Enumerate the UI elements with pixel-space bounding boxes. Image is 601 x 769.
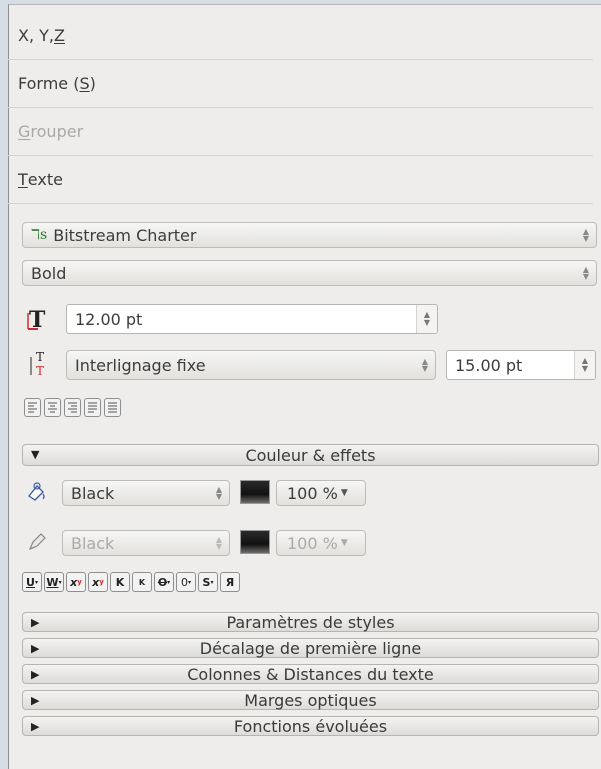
fill-shade-value: 100 % [287,483,338,503]
marges-optiques-label: Marges optiques [244,690,377,710]
font-family-combo[interactable]: ℸs Bitstream Charter ▲ ▼ [22,222,597,248]
fill-color-combo[interactable]: Black ▲ ▼ [62,480,230,506]
section-texte-mnemonic: T [18,170,28,189]
colonnes-distances-header[interactable]: ▶ Colonnes & Distances du texte [22,664,599,684]
all-caps-button[interactable]: K [110,572,130,592]
shadow-button[interactable]: S ▾ [198,572,218,592]
stroke-color-swatch [240,530,270,554]
line-spacing-spin-icon[interactable]: ▲ ▼ [574,351,595,379]
font-style-combo[interactable]: Bold ▲ ▼ [22,260,597,286]
section-forme-mnemonic: S [79,74,90,93]
font-size-value: 12.00 pt [75,309,143,329]
expanded-triangle-icon: ▼ [31,448,40,461]
font-size-icon: T [24,306,54,334]
decalage-premiere-ligne-header[interactable]: ▶ Décalage de première ligne [22,638,599,658]
section-grouper-mnemonic: G [18,122,31,141]
combo-arrows-icon: ▲ ▼ [582,265,590,281]
font-type-icon: ℸs [31,227,48,243]
collapsed-triangle-icon: ▶ [31,642,40,655]
align-center-button[interactable] [44,398,61,417]
align-forced-button[interactable] [104,398,121,417]
fill-color-icon [22,478,52,506]
collapsed-triangle-icon: ▶ [31,616,40,629]
fonctions-evoluees-header[interactable]: ▶ Fonctions évoluées [22,716,599,736]
fill-shade-combo[interactable]: 100 % ▼ [276,480,366,506]
section-forme-pre: Forme ( [18,74,80,93]
align-left-button[interactable] [24,398,41,417]
svg-text:T: T [36,350,44,364]
font-size-spin-icon[interactable]: ▲ ▼ [416,305,437,333]
strikethrough-button[interactable]: O ▾ [154,572,174,592]
section-xyz-mnemonic: Z [54,26,65,45]
small-caps-button[interactable]: K [132,572,152,592]
collapsed-triangle-icon: ▶ [31,720,40,733]
reverse-text-button[interactable]: Я [220,572,240,592]
stroke-color-combo[interactable]: Black ▲ ▼ [62,530,230,556]
section-grouper[interactable]: Grouper [8,108,593,156]
decalage-premiere-ligne-label: Décalage de première ligne [199,638,422,658]
svg-text:T: T [36,364,44,377]
section-texte[interactable]: Texte [8,156,593,204]
line-spacing-value: 15.00 pt [455,355,523,375]
line-spacing-mode-value: Interlignage fixe [75,355,206,375]
dropdown-arrow-icon: ▼ [340,538,348,548]
combo-arrows-icon: ▲ ▼ [421,357,429,373]
subscript-button[interactable]: xy [66,572,86,592]
align-right-button[interactable] [64,398,81,417]
stroke-shade-combo[interactable]: 100 % ▼ [276,530,366,556]
line-spacing-icon: T T [24,348,54,378]
line-spacing-mode-combo[interactable]: Interlignage fixe ▲ ▼ [66,350,436,380]
collapsed-triangle-icon: ▶ [31,694,40,707]
parametres-styles-label: Paramètres de styles [226,612,395,632]
line-spacing-input[interactable]: 15.00 pt ▲ ▼ [446,350,596,380]
stroke-color-value: Black [71,533,115,553]
stroke-color-icon [22,528,52,556]
couleur-effets-header[interactable]: ▼ Couleur & effets [22,444,599,466]
fonctions-evoluees-label: Fonctions évoluées [233,716,388,736]
stroke-shade-value: 100 % [287,533,338,553]
superscript-button[interactable]: xy [88,572,108,592]
underline-words-button[interactable]: W ▾ [44,572,64,592]
section-xyz-pre: X, Y, [18,26,54,45]
couleur-effets-label: Couleur & effets [245,445,376,465]
combo-arrows-icon: ▲ ▼ [215,535,223,551]
section-texte-post: exte [27,170,63,189]
section-xyz[interactable]: X, Y, Z [8,12,593,60]
combo-arrows-icon: ▲ ▼ [215,485,223,501]
section-forme-post: ) [89,74,96,93]
marges-optiques-header[interactable]: ▶ Marges optiques [22,690,599,710]
outline-button[interactable]: 0 ▾ [176,572,196,592]
section-forme[interactable]: Forme (S) [8,60,593,108]
collapsed-triangle-icon: ▶ [31,668,40,681]
font-size-input[interactable]: 12.00 pt ▲ ▼ [66,304,438,334]
dropdown-arrow-icon: ▼ [340,488,348,498]
combo-arrows-icon: ▲ ▼ [582,227,590,243]
parametres-styles-header[interactable]: ▶ Paramètres de styles [22,612,599,632]
fill-color-value: Black [71,483,115,503]
align-justify-button[interactable] [84,398,101,417]
colonnes-distances-label: Colonnes & Distances du texte [187,664,434,684]
fill-color-swatch [240,480,270,504]
font-family-value: Bitstream Charter [53,225,197,245]
underline-button[interactable]: U ▾ [22,572,42,592]
section-grouper-post: rouper [30,122,84,141]
font-style-value: Bold [31,263,67,283]
